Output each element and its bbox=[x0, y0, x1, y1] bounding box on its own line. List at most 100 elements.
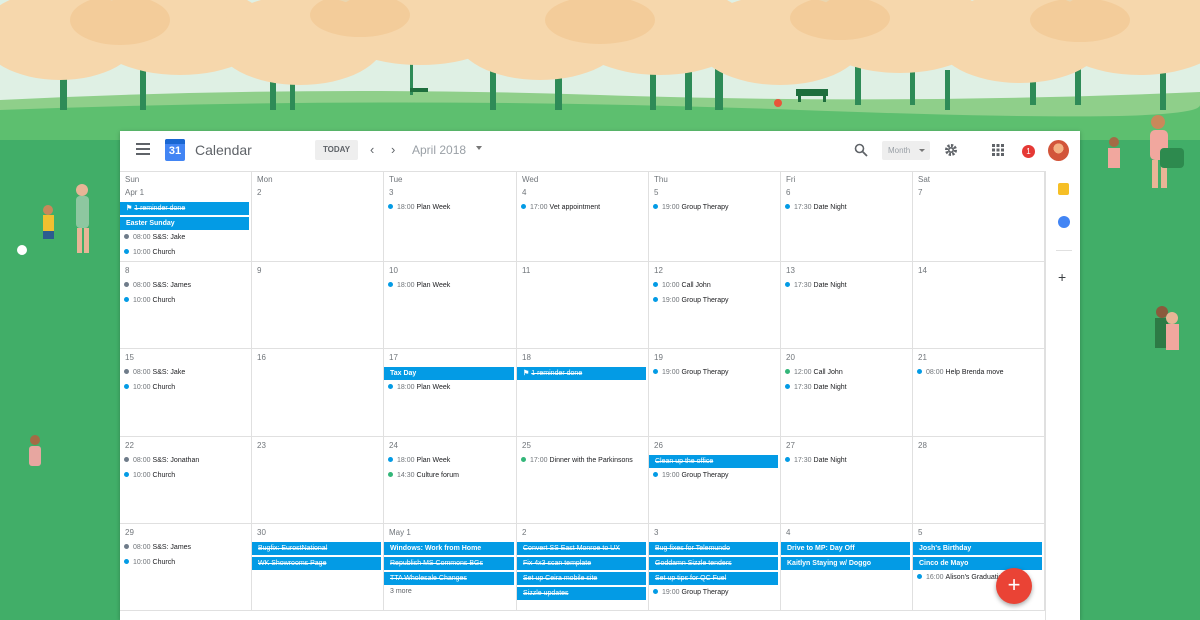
day-number[interactable]: 5 bbox=[918, 528, 922, 537]
day-cell[interactable]: 23 bbox=[252, 437, 384, 524]
day-cell[interactable]: 26 Clean up the office 19:00 Group Therapy bbox=[649, 437, 781, 524]
day-number[interactable]: 8 bbox=[125, 266, 129, 275]
day-number[interactable]: 21 bbox=[918, 353, 927, 362]
day-cell[interactable]: 2 Convert SS East Monroe to UX Fix 4x3 sca… bbox=[517, 524, 649, 611]
timed-event[interactable]: 17:30 Date Night bbox=[785, 280, 910, 292]
menu-icon[interactable] bbox=[136, 143, 150, 157]
chevron-right-icon[interactable]: › bbox=[391, 141, 395, 159]
day-number[interactable]: 15 bbox=[125, 353, 134, 362]
day-number[interactable]: 10 bbox=[389, 266, 398, 275]
day-number[interactable]: 20 bbox=[786, 353, 795, 362]
day-cell[interactable]: Wed 4 17:00 Vet appointment bbox=[517, 172, 649, 262]
all-day-event[interactable]: Windows: Work from Home bbox=[384, 542, 514, 555]
today-button[interactable]: TODAY bbox=[315, 140, 358, 160]
timed-event[interactable]: 17:30 Date Night bbox=[785, 455, 910, 467]
day-cell[interactable]: Sat 7 bbox=[913, 172, 1045, 262]
timed-event[interactable]: 19:00 Group Therapy bbox=[653, 587, 778, 599]
timed-event[interactable]: 10:00 Call John bbox=[653, 280, 778, 292]
timed-event[interactable]: 10:00 Church bbox=[124, 470, 249, 482]
day-number[interactable]: 24 bbox=[389, 441, 398, 450]
gear-icon[interactable] bbox=[944, 143, 958, 157]
all-day-event[interactable]: ⚑ 1 reminder done bbox=[517, 367, 646, 380]
day-number[interactable]: 14 bbox=[918, 266, 927, 275]
all-day-event[interactable]: Cinco de Mayo bbox=[913, 557, 1042, 570]
timed-event[interactable]: 17:30 Date Night bbox=[785, 202, 910, 214]
notification-badge[interactable]: 1 bbox=[1022, 145, 1035, 158]
timed-event[interactable]: 10:00 Church bbox=[124, 295, 249, 307]
timed-event[interactable]: 19:00 Group Therapy bbox=[653, 295, 778, 307]
more-events-link[interactable]: 3 more bbox=[390, 588, 412, 595]
avatar[interactable] bbox=[1048, 140, 1069, 161]
timed-event[interactable]: 19:00 Group Therapy bbox=[653, 367, 778, 379]
all-day-event[interactable]: Set up tips for QC Fuel bbox=[649, 572, 778, 585]
all-day-event[interactable]: Kaitlyn Staying w/ Doggo bbox=[781, 557, 910, 570]
day-number[interactable]: 22 bbox=[125, 441, 134, 450]
timed-event[interactable]: 12:00 Call John bbox=[785, 367, 910, 379]
day-cell[interactable]: Sun Apr 1 ⚑ 1 reminder done Easter Sunday 08… bbox=[120, 172, 252, 262]
timed-event[interactable]: 18:00 Plan Week bbox=[388, 455, 514, 467]
day-cell[interactable]: 9 bbox=[252, 262, 384, 349]
day-number[interactable]: 25 bbox=[522, 441, 531, 450]
all-day-event[interactable]: Goddamn Sizzle tenders bbox=[649, 557, 778, 570]
all-day-event[interactable]: Easter Sunday bbox=[120, 217, 249, 230]
day-number[interactable]: 3 bbox=[389, 188, 393, 197]
add-addon-button[interactable]: + bbox=[1058, 269, 1066, 285]
all-day-event[interactable]: Tax Day bbox=[384, 367, 514, 380]
day-number[interactable]: 17 bbox=[389, 353, 398, 362]
day-cell[interactable]: 8 08:00 S&S: James 10:00 Church bbox=[120, 262, 252, 349]
day-cell[interactable]: 18 ⚑ 1 reminder done bbox=[517, 349, 649, 437]
timed-event[interactable]: 10:00 Church bbox=[124, 247, 249, 259]
timed-event[interactable]: 18:00 Plan Week bbox=[388, 202, 514, 214]
day-number[interactable]: 26 bbox=[654, 441, 663, 450]
day-cell[interactable]: Fri 6 17:30 Date Night bbox=[781, 172, 913, 262]
day-cell[interactable]: 13 17:30 Date Night bbox=[781, 262, 913, 349]
day-cell[interactable]: 30 Bugfix: EurostNational WK Showrooms Pag… bbox=[252, 524, 384, 611]
day-cell[interactable]: 12 10:00 Call John 19:00 Group Therapy bbox=[649, 262, 781, 349]
all-day-event[interactable]: Fix 4x3 scan template bbox=[517, 557, 646, 570]
day-cell[interactable]: May 1 Windows: Work from Home Republish MS… bbox=[384, 524, 517, 611]
day-cell[interactable]: 15 08:00 S&S: Jake 10:00 Church bbox=[120, 349, 252, 437]
all-day-event[interactable]: TTA Wholesale Changes bbox=[384, 572, 514, 585]
day-cell[interactable]: 19 19:00 Group Therapy bbox=[649, 349, 781, 437]
timed-event[interactable]: 17:30 Date Night bbox=[785, 382, 910, 394]
day-cell[interactable]: 25 17:00 Dinner with the Parkinsons bbox=[517, 437, 649, 524]
all-day-event[interactable]: Clean up the office bbox=[649, 455, 778, 468]
day-number[interactable]: Apr 1 bbox=[125, 188, 144, 197]
timed-event[interactable]: 08:00 Help Brenda move bbox=[917, 367, 1042, 379]
day-number[interactable]: 12 bbox=[654, 266, 663, 275]
day-number[interactable]: 2 bbox=[522, 528, 526, 537]
timed-event[interactable]: 17:00 Dinner with the Parkinsons bbox=[521, 455, 646, 467]
day-number[interactable]: 4 bbox=[786, 528, 790, 537]
day-cell[interactable]: 28 bbox=[913, 437, 1045, 524]
day-number[interactable]: 6 bbox=[786, 188, 790, 197]
chevron-left-icon[interactable]: ‹ bbox=[370, 141, 374, 159]
day-number[interactable]: 23 bbox=[257, 441, 266, 450]
timed-event[interactable]: 18:00 Plan Week bbox=[388, 382, 514, 394]
day-number[interactable]: 16 bbox=[257, 353, 266, 362]
timed-event[interactable]: 14:30 Culture forum bbox=[388, 470, 514, 482]
day-cell[interactable]: 3 Bug fixes for Telemundo Goddamn Sizzle t… bbox=[649, 524, 781, 611]
all-day-event[interactable]: Bugfix: EurostNational bbox=[252, 542, 381, 555]
timed-event[interactable]: 08:00 S&S: Jonathan bbox=[124, 455, 249, 467]
day-number[interactable]: 29 bbox=[125, 528, 134, 537]
all-day-event[interactable]: Sizzle updates bbox=[517, 587, 646, 600]
create-event-button[interactable]: + bbox=[996, 568, 1032, 604]
all-day-event[interactable]: ⚑ 1 reminder done bbox=[120, 202, 249, 215]
day-number[interactable]: 5 bbox=[654, 188, 658, 197]
day-number[interactable]: 7 bbox=[918, 188, 922, 197]
all-day-event[interactable]: Bug fixes for Telemundo bbox=[649, 542, 778, 555]
tasks-icon[interactable] bbox=[1058, 216, 1070, 228]
all-day-event[interactable]: Convert SS East Monroe to UX bbox=[517, 542, 646, 555]
all-day-event[interactable]: Republish MS Commons BGs bbox=[384, 557, 514, 570]
all-day-event[interactable]: Josh's Birthday bbox=[913, 542, 1042, 555]
timed-event[interactable]: 08:00 S&S: Jake bbox=[124, 232, 249, 244]
day-cell[interactable]: Mon 2 bbox=[252, 172, 384, 262]
month-dropdown-caret-icon[interactable] bbox=[476, 146, 482, 150]
day-number[interactable]: 2 bbox=[257, 188, 261, 197]
day-number[interactable]: 27 bbox=[786, 441, 795, 450]
timed-event[interactable]: 08:00 S&S: James bbox=[124, 542, 249, 554]
timed-event[interactable]: 18:00 Plan Week bbox=[388, 280, 514, 292]
day-cell[interactable]: 10 18:00 Plan Week bbox=[384, 262, 517, 349]
day-cell[interactable]: 21 08:00 Help Brenda move bbox=[913, 349, 1045, 437]
timed-event[interactable]: 10:00 Church bbox=[124, 382, 249, 394]
